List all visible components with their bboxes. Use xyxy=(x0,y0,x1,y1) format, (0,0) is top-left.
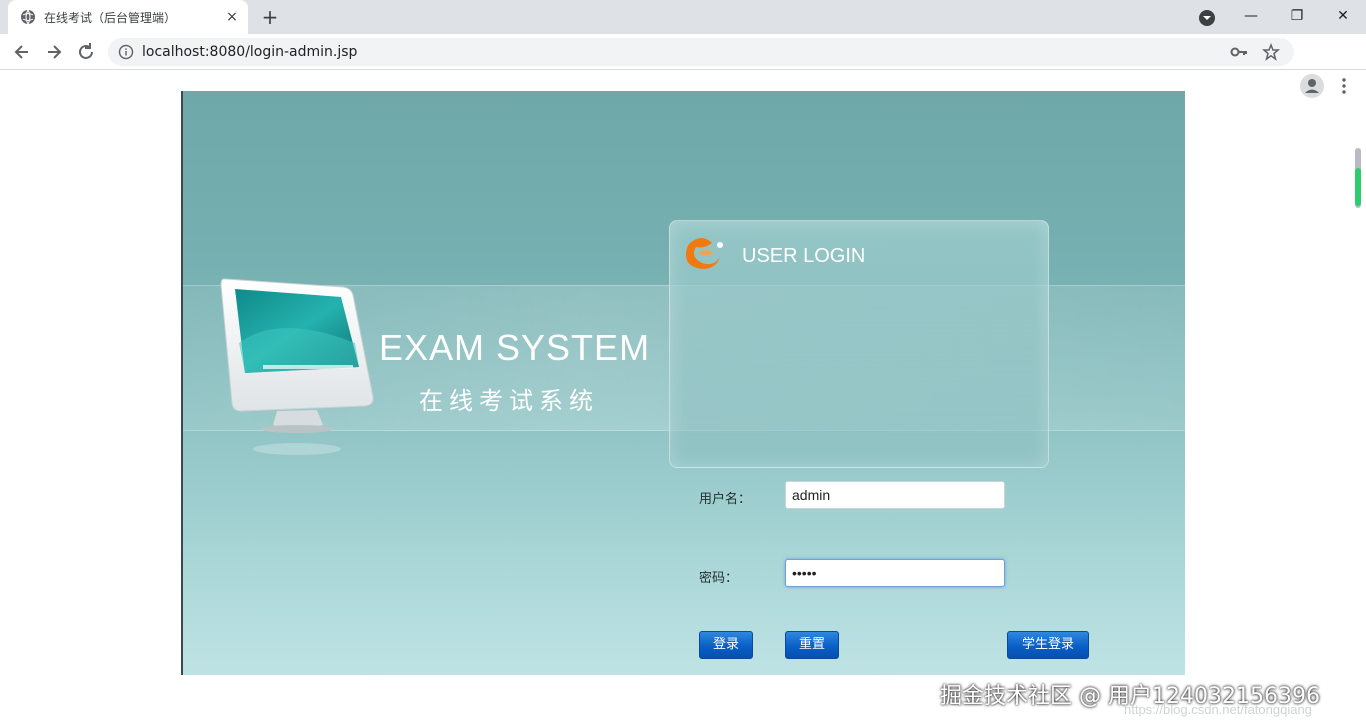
tab-strip: 在线考试（后台管理端） × + — ❐ ✕ xyxy=(0,0,1366,34)
tab-title: 在线考试（后台管理端） xyxy=(44,11,177,25)
account-icon xyxy=(1305,79,1319,93)
student-login-button[interactable]: 学生登录 xyxy=(1007,631,1089,659)
reload-icon[interactable] xyxy=(72,38,100,66)
bookmark-star-icon[interactable] xyxy=(1262,43,1280,61)
logo-icon xyxy=(686,238,723,269)
restore-button[interactable]: ❐ xyxy=(1274,0,1320,34)
scrollbar-thumb[interactable] xyxy=(1355,168,1361,206)
panel-title: USER LOGIN xyxy=(742,245,866,267)
watermark-url: https://blog.csdn.net/fatongqiang xyxy=(1124,702,1312,717)
new-tab-button[interactable]: + xyxy=(258,6,282,28)
close-window-button[interactable]: ✕ xyxy=(1320,0,1366,34)
password-input[interactable] xyxy=(785,559,1005,587)
login-button[interactable]: 登录 xyxy=(699,631,753,659)
address-bar[interactable]: localhost:8080/login-admin.jsp xyxy=(108,38,1294,66)
minimize-button[interactable]: — xyxy=(1228,0,1274,34)
browser-menu-icon[interactable] xyxy=(1336,76,1352,96)
password-label: 密码： xyxy=(699,571,739,586)
back-icon[interactable] xyxy=(8,38,36,66)
key-icon[interactable] xyxy=(1230,44,1248,60)
system-subtitle: 在线考试系统 xyxy=(419,387,599,415)
tab-close-icon[interactable]: × xyxy=(222,7,242,27)
username-input[interactable] xyxy=(785,481,1005,509)
monitor-illustration xyxy=(220,278,374,455)
browser-toolbar: localhost:8080/login-admin.jsp xyxy=(0,34,1366,98)
login-panel: USER LOGIN xyxy=(669,220,1049,468)
login-stage: EXAM SYSTEM 在线考试系统 USER LOGIN 用户名： 密码： 登… xyxy=(181,91,1185,675)
tab-search-icon[interactable] xyxy=(1198,9,1216,27)
system-title: EXAM SYSTEM xyxy=(379,327,651,368)
globe-icon xyxy=(21,9,35,25)
username-label: 用户名： xyxy=(699,492,752,507)
profile-avatar[interactable] xyxy=(1300,74,1324,98)
browser-tab[interactable]: 在线考试（后台管理端） × xyxy=(8,0,248,34)
url-text: localhost:8080/login-admin.jsp xyxy=(142,44,358,60)
forward-icon[interactable] xyxy=(40,38,68,66)
reset-button[interactable]: 重置 xyxy=(785,631,839,659)
site-info-icon[interactable] xyxy=(118,44,134,60)
